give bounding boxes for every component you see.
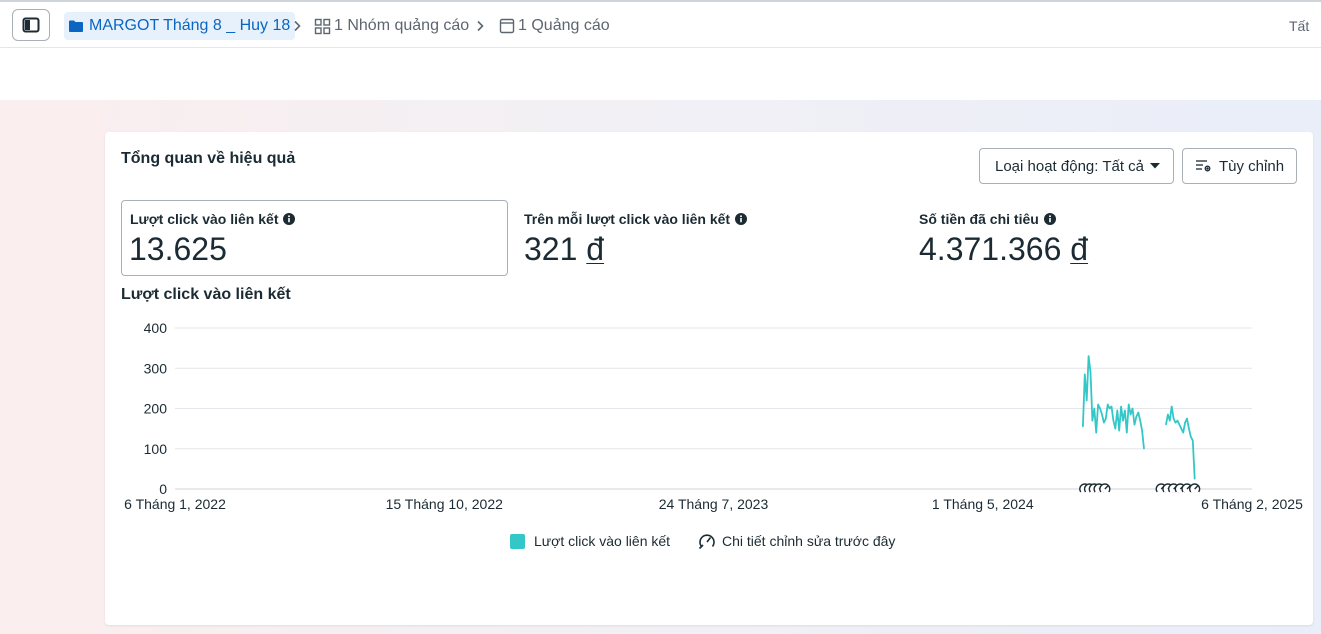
data-point: [1133, 424, 1136, 426]
data-point: [1184, 421, 1186, 424]
y-tick-label: 200: [144, 401, 168, 417]
data-point: [1120, 405, 1122, 408]
data-point: [1178, 424, 1180, 426]
data-point: [1141, 430, 1143, 432]
breadcrumb-campaign-label: MARGOT Tháng 8 _ Huy 18: [89, 17, 291, 34]
data-point: [1122, 419, 1124, 422]
data-point: [1180, 428, 1182, 430]
data-point: [1099, 407, 1101, 410]
data-point: [1086, 399, 1088, 402]
data-point: [1192, 440, 1194, 442]
data-point: [1095, 432, 1097, 434]
breadcrumb-ad-set[interactable]: 1 Nhóm quảng cáo: [314, 12, 469, 40]
legend-item-edits[interactable]: Chi tiết chỉnh sửa trước đây: [698, 531, 895, 551]
folder-icon: [68, 19, 84, 33]
data-point: [1101, 413, 1103, 416]
edit-marker: [1099, 483, 1111, 493]
data-point: [1190, 436, 1192, 438]
edit-marker: [1188, 483, 1201, 493]
data-point: [1173, 417, 1175, 420]
data-point: [1097, 403, 1099, 406]
data-point: [1124, 409, 1126, 412]
data-point: [1165, 424, 1167, 426]
sidebar-toggle-icon: [22, 17, 40, 33]
legend-series-label: Lượt click vào liên kết: [534, 533, 671, 549]
data-point: [1109, 407, 1111, 410]
data-point: [1171, 405, 1173, 408]
breadcrumb-ad-label: 1 Quảng cáo: [518, 17, 610, 34]
data-point: [1082, 426, 1084, 428]
legend-edits-label: Chi tiết chỉnh sửa trước đây: [722, 533, 896, 549]
data-point: [1110, 405, 1113, 408]
data-point: [1126, 432, 1128, 434]
sidebar-toggle-button[interactable]: [12, 9, 50, 41]
chevron-right-icon: [292, 19, 302, 37]
x-tick-label: 15 Tháng 10, 2022: [386, 496, 504, 512]
y-tick-label: 100: [144, 441, 168, 457]
x-tick-label: 6 Tháng 1, 2022: [124, 496, 226, 512]
grid-icon: [314, 18, 331, 35]
breadcrumb-ad[interactable]: 1 Quảng cáo: [499, 12, 610, 40]
data-point: [1186, 417, 1188, 420]
header-spacer: [0, 48, 1321, 100]
performance-overview-card: Tổng quan về hiệu quả Loại hoạt động: Tấ…: [105, 132, 1313, 625]
data-point: [1087, 355, 1090, 357]
data-point: [1188, 428, 1190, 430]
data-point: [1139, 419, 1141, 422]
link-clicks-line-chart: 0 100 200 300 400 6 Tháng 1, 2022 15 Tháng 10,…: [124, 320, 1303, 512]
data-point: [1107, 403, 1109, 406]
y-tick-label: 300: [144, 360, 168, 376]
y-tick-label: 0: [159, 481, 167, 497]
x-tick-label: 1 Tháng 5, 2024: [932, 496, 1034, 512]
data-point: [1182, 432, 1184, 434]
data-point: [1128, 403, 1130, 406]
data-point: [1130, 413, 1132, 416]
data-point: [1194, 478, 1196, 480]
data-point: [1174, 421, 1177, 424]
data-point: [1176, 419, 1179, 422]
data-point: [1089, 371, 1092, 373]
data-point: [1137, 411, 1139, 414]
top-right-filter[interactable]: Tất: [1289, 18, 1309, 34]
data-point: [1093, 407, 1095, 410]
data-point: [1135, 415, 1137, 418]
legend-swatch: [510, 533, 525, 549]
data-point: [1169, 419, 1171, 422]
data-point: [1143, 448, 1145, 450]
data-point: [1084, 373, 1086, 375]
ad-icon: [499, 18, 515, 34]
x-tick-label: 24 Tháng 7, 2023: [659, 496, 769, 512]
breadcrumb-campaign[interactable]: MARGOT Tháng 8 _ Huy 18: [64, 12, 296, 40]
series-line: [1082, 355, 1145, 449]
legend-item-series[interactable]: Lượt click vào liên kết: [510, 531, 670, 551]
data-point: [1167, 413, 1169, 416]
breadcrumb-ad-set-label: 1 Nhóm quảng cáo: [334, 17, 470, 34]
data-point: [1116, 409, 1118, 412]
data-point: [1103, 421, 1105, 424]
chevron-right-icon: [475, 19, 485, 37]
data-point: [1091, 419, 1094, 422]
x-tick-label: 6 Tháng 2, 2025: [1201, 496, 1303, 512]
data-point: [1105, 417, 1107, 420]
gauge-icon: [698, 532, 716, 550]
data-point: [1114, 428, 1116, 430]
data-point: [1112, 419, 1115, 422]
y-tick-label: 400: [144, 320, 168, 336]
series-line: [1165, 405, 1196, 479]
breadcrumb-bar: MARGOT Tháng 8 _ Huy 18 1 Nhóm quảng cáo…: [0, 2, 1321, 48]
data-point: [1118, 430, 1120, 432]
data-point: [1131, 407, 1134, 410]
